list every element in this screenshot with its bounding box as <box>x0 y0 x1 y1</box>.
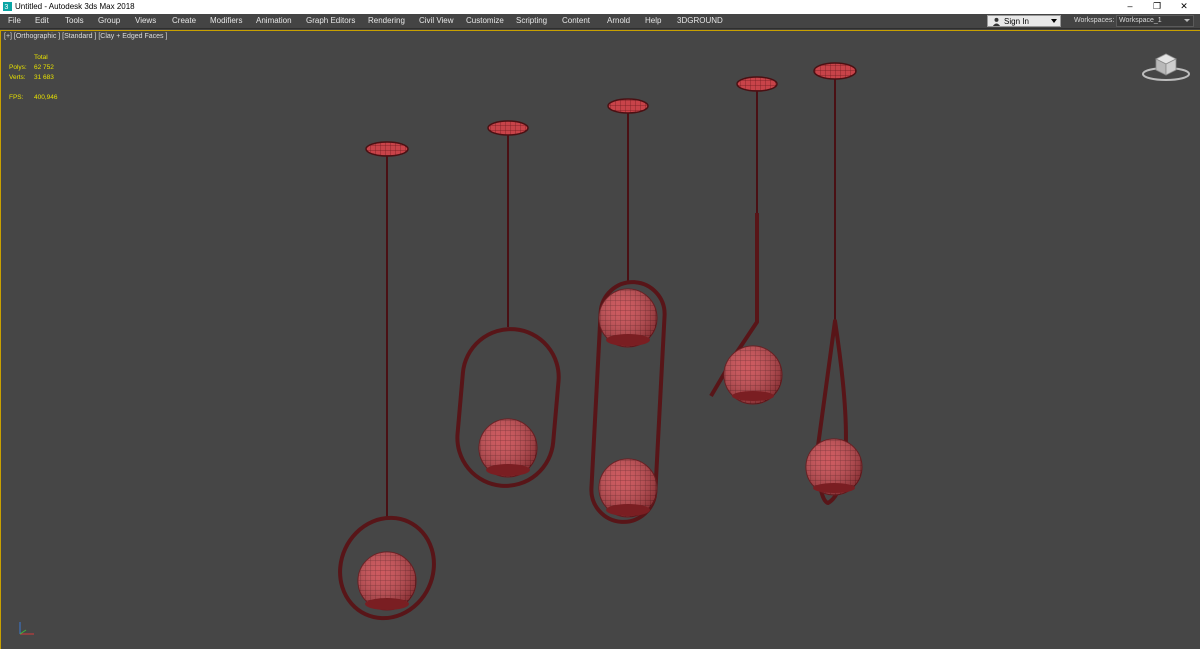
menu-civil-view[interactable]: Civil View <box>419 14 454 28</box>
restore-button[interactable]: ❐ <box>1143 0 1171 14</box>
chevron-down-icon <box>1184 19 1190 22</box>
menu-edit[interactable]: Edit <box>35 14 49 28</box>
workspaces-label: Workspaces: <box>1074 17 1115 24</box>
menu-views[interactable]: Views <box>135 14 156 28</box>
menu-rendering[interactable]: Rendering <box>368 14 405 28</box>
axis-tripod-icon <box>19 622 34 635</box>
3dsmax-icon: 3 <box>3 2 12 11</box>
workspace-select[interactable]: Workspace_1 <box>1116 15 1194 27</box>
chevron-down-icon <box>1051 19 1057 23</box>
menu-animation[interactable]: Animation <box>256 14 292 28</box>
lamp-oval-pendant[interactable] <box>453 120 562 490</box>
lamp-angled-pendant[interactable] <box>709 76 783 405</box>
lamp-ring-pendant[interactable] <box>324 141 450 634</box>
workspace-value: Workspace_1 <box>1119 17 1162 24</box>
menu-content[interactable]: Content <box>562 14 590 28</box>
viewcube-icon[interactable] <box>1140 50 1192 82</box>
window-title: Untitled - Autodesk 3ds Max 2018 <box>15 2 135 11</box>
scene-canvas[interactable] <box>0 30 1200 649</box>
title-bar: 3 Untitled - Autodesk 3ds Max 2018 – ❐ ✕ <box>0 0 1200 14</box>
menu-help[interactable]: Help <box>645 14 661 28</box>
menu-arnold[interactable]: Arnold <box>607 14 630 28</box>
menu-group[interactable]: Group <box>98 14 120 28</box>
lamp-double-globe-pendant[interactable] <box>589 98 667 524</box>
menu-modifiers[interactable]: Modifiers <box>210 14 242 28</box>
menu-bar: File Edit Tools Group Views Create Modif… <box>0 14 1200 29</box>
user-icon <box>992 17 1001 26</box>
close-button[interactable]: ✕ <box>1170 0 1198 14</box>
menu-3dground[interactable]: 3DGROUND <box>677 14 723 28</box>
svg-text:3: 3 <box>4 2 8 11</box>
menu-customize[interactable]: Customize <box>466 14 504 28</box>
menu-scripting[interactable]: Scripting <box>516 14 547 28</box>
sign-in-dropdown[interactable]: Sign In <box>987 15 1061 27</box>
minimize-button[interactable]: – <box>1116 0 1144 14</box>
menu-file[interactable]: File <box>8 14 21 28</box>
lamp-teardrop-pendant[interactable] <box>805 62 863 505</box>
menu-tools[interactable]: Tools <box>65 14 84 28</box>
sign-in-label: Sign In <box>1004 17 1029 26</box>
menu-create[interactable]: Create <box>172 14 196 28</box>
menu-graph-editors[interactable]: Graph Editors <box>306 14 355 28</box>
